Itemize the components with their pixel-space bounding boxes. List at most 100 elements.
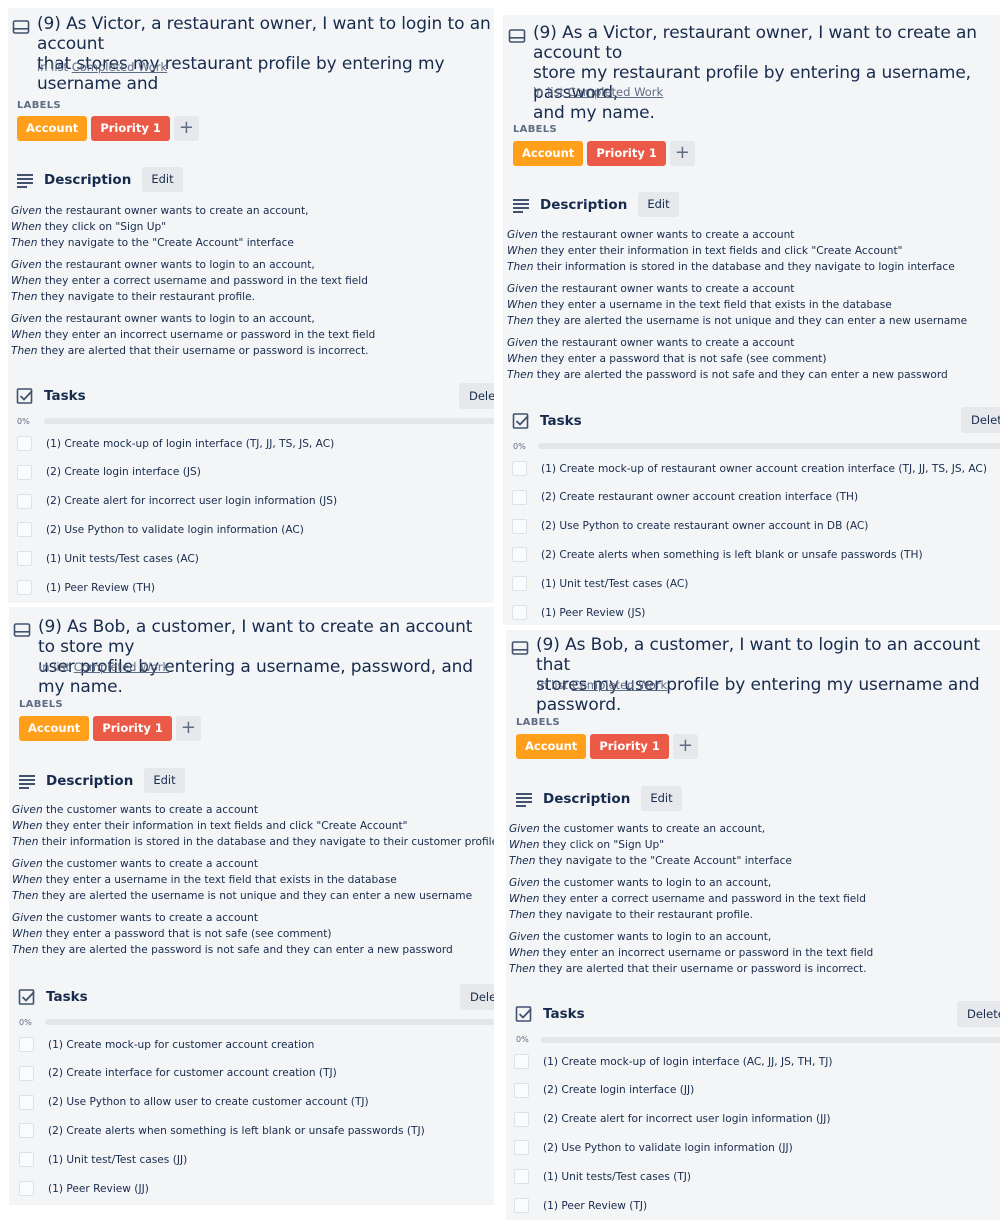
checklist-item-text[interactable]: (1) Create mock-up of login interface (T… xyxy=(46,438,334,450)
checkbox[interactable] xyxy=(19,1123,34,1139)
checklist-item-text[interactable]: (2) Create restaurant owner account crea… xyxy=(541,491,858,503)
checklist-item-text[interactable]: (2) Create login interface (JJ) xyxy=(543,1084,694,1096)
add-label-button[interactable]: + xyxy=(669,141,695,166)
edit-button[interactable]: Edit xyxy=(142,167,183,192)
label-priority-1[interactable]: Priority 1 xyxy=(590,734,669,759)
checkbox[interactable] xyxy=(512,547,527,563)
checklist-item-text[interactable]: (2) Create alert for incorrect user logi… xyxy=(46,495,337,507)
gherkin-keyword: Given xyxy=(509,931,540,943)
checklist-item[interactable]: (2) Use Python to validate login informa… xyxy=(514,1140,793,1156)
checklist-item-text[interactable]: (1) Peer Review (JJ) xyxy=(48,1183,149,1195)
checklist-item-text[interactable]: (2) Use Python to allow user to create c… xyxy=(48,1096,369,1108)
checklist-item[interactable]: (2) Create alert for incorrect user logi… xyxy=(514,1111,831,1127)
checkbox[interactable] xyxy=(19,1152,34,1168)
checkbox[interactable] xyxy=(17,551,32,567)
checklist-item[interactable]: (2) Create restaurant owner account crea… xyxy=(512,489,858,505)
checkbox[interactable] xyxy=(512,518,527,534)
checklist-item-text[interactable]: (2) Use Python to validate login informa… xyxy=(543,1142,793,1154)
checklist-item[interactable]: (2) Create alerts when something is left… xyxy=(19,1123,425,1139)
edit-button[interactable]: Edit xyxy=(638,192,679,217)
checkbox[interactable] xyxy=(17,580,32,595)
edit-button[interactable]: Edit xyxy=(641,786,682,811)
checklist-item[interactable]: (2) Create login interface (JJ) xyxy=(514,1082,694,1098)
label-priority-1[interactable]: Priority 1 xyxy=(587,141,666,166)
checklist-item[interactable]: (1) Create mock-up of login interface (A… xyxy=(514,1054,833,1069)
checkbox[interactable] xyxy=(17,522,32,538)
checklist-item-text[interactable]: (1) Unit tests/Test cases (AC) xyxy=(46,553,199,565)
checklist-item[interactable]: (1) Create mock-up for customer account … xyxy=(19,1037,314,1052)
checklist-item-text[interactable]: (1) Unit test/Test cases (AC) xyxy=(541,578,688,590)
label-priority-1[interactable]: Priority 1 xyxy=(91,116,170,141)
add-label-button[interactable]: + xyxy=(672,734,698,759)
checklist-item-text[interactable]: (1) Unit tests/Test cases (TJ) xyxy=(543,1171,691,1183)
checklist-item-text[interactable]: (1) Unit test/Test cases (JJ) xyxy=(48,1154,187,1166)
add-label-button[interactable]: + xyxy=(175,716,201,741)
checklist-item-text[interactable]: (2) Create alerts when something is left… xyxy=(541,549,923,561)
checkbox[interactable] xyxy=(514,1169,529,1185)
checkbox[interactable] xyxy=(514,1111,529,1127)
checklist-item[interactable]: (2) Create interface for customer accoun… xyxy=(19,1065,337,1081)
gherkin-keyword: Then xyxy=(509,909,536,921)
checklist-item[interactable]: (2) Use Python to allow user to create c… xyxy=(19,1094,369,1110)
gherkin-keyword: When xyxy=(507,299,538,311)
checklist-item[interactable]: (1) Create mock-up of restaurant owner a… xyxy=(512,461,987,476)
checklist-item[interactable]: (2) Create alerts when something is left… xyxy=(512,547,923,563)
label-priority-1[interactable]: Priority 1 xyxy=(93,716,172,741)
checkbox[interactable] xyxy=(17,493,32,509)
checklist-item[interactable]: (2) Use Python to validate login informa… xyxy=(17,522,304,538)
checkbox[interactable] xyxy=(17,464,32,480)
checklist-item-text[interactable]: (1) Peer Review (TJ) xyxy=(543,1200,647,1212)
checkbox[interactable] xyxy=(19,1181,34,1196)
checkbox[interactable] xyxy=(514,1054,529,1069)
list-link[interactable]: Completed Work xyxy=(74,660,170,674)
checklist-item-text[interactable]: (1) Create mock-up of restaurant owner a… xyxy=(541,463,987,475)
checklist-item-text[interactable]: (2) Create login interface (JS) xyxy=(46,466,201,478)
checklist-item[interactable]: (1) Unit test/Test cases (JJ) xyxy=(19,1152,187,1168)
checklist-item[interactable]: (2) Create login interface (JS) xyxy=(17,464,201,480)
checklist-item-text[interactable]: (1) Peer Review (TH) xyxy=(46,582,155,594)
gherkin-keyword: When xyxy=(12,874,43,886)
delete-checklist-button[interactable]: Delete xyxy=(961,407,1000,433)
label-account[interactable]: Account xyxy=(516,734,587,759)
checkbox[interactable] xyxy=(514,1140,529,1156)
checklist-item-text[interactable]: (2) Use Python to validate login informa… xyxy=(46,524,304,536)
checklist-item-text[interactable]: (1) Create mock-up for customer account … xyxy=(48,1039,314,1051)
checklist-item-text[interactable]: (2) Use Python to create restaurant owne… xyxy=(541,520,868,532)
checklist-item-text[interactable]: (2) Create interface for customer accoun… xyxy=(48,1067,337,1079)
checkbox[interactable] xyxy=(19,1094,34,1110)
label-account[interactable]: Account xyxy=(17,116,88,141)
checklist-item-text[interactable]: (2) Create alerts when something is left… xyxy=(48,1125,425,1137)
checklist-item[interactable]: (1) Peer Review (JJ) xyxy=(19,1181,149,1196)
checkbox[interactable] xyxy=(512,461,527,476)
label-account[interactable]: Account xyxy=(513,141,584,166)
delete-checklist-button[interactable]: Delete xyxy=(957,1001,1000,1027)
list-link[interactable]: Completed Work xyxy=(72,60,168,74)
checklist-item[interactable]: (1) Unit tests/Test cases (TJ) xyxy=(514,1169,691,1185)
label-account[interactable]: Account xyxy=(19,716,90,741)
checklist-item[interactable]: (2) Use Python to create restaurant owne… xyxy=(512,518,868,534)
checkbox[interactable] xyxy=(514,1082,529,1098)
checkbox[interactable] xyxy=(17,436,32,451)
checklist-item[interactable]: (1) Peer Review (TH) xyxy=(17,580,155,595)
checklist-item[interactable]: (2) Create alert for incorrect user logi… xyxy=(17,493,337,509)
checkbox[interactable] xyxy=(19,1037,34,1052)
checklist-item-text[interactable]: (1) Create mock-up of login interface (A… xyxy=(543,1056,833,1068)
checklist-item[interactable]: (1) Create mock-up of login interface (T… xyxy=(17,436,334,451)
checkbox[interactable] xyxy=(19,1065,34,1081)
checklist-item[interactable]: (1) Peer Review (TJ) xyxy=(514,1198,647,1213)
edit-button[interactable]: Edit xyxy=(144,768,185,793)
list-link[interactable]: Completed Work xyxy=(568,85,664,99)
checklist-item-text[interactable]: (2) Create alert for incorrect user logi… xyxy=(543,1113,831,1125)
delete-checklist-button[interactable]: Delete xyxy=(460,984,494,1010)
checkbox[interactable] xyxy=(514,1198,529,1213)
checklist-item[interactable]: (1) Unit tests/Test cases (AC) xyxy=(17,551,199,567)
checklist-item[interactable]: (1) Unit test/Test cases (AC) xyxy=(512,576,688,592)
delete-checklist-button[interactable]: Delete xyxy=(459,383,494,409)
checkbox[interactable] xyxy=(512,605,527,620)
checkbox[interactable] xyxy=(512,576,527,592)
list-link[interactable]: Completed Work xyxy=(572,678,668,692)
checkbox[interactable] xyxy=(512,489,527,505)
checklist-item[interactable]: (1) Peer Review (JS) xyxy=(512,605,645,620)
add-label-button[interactable]: + xyxy=(173,116,199,141)
checklist-item-text[interactable]: (1) Peer Review (JS) xyxy=(541,607,645,619)
